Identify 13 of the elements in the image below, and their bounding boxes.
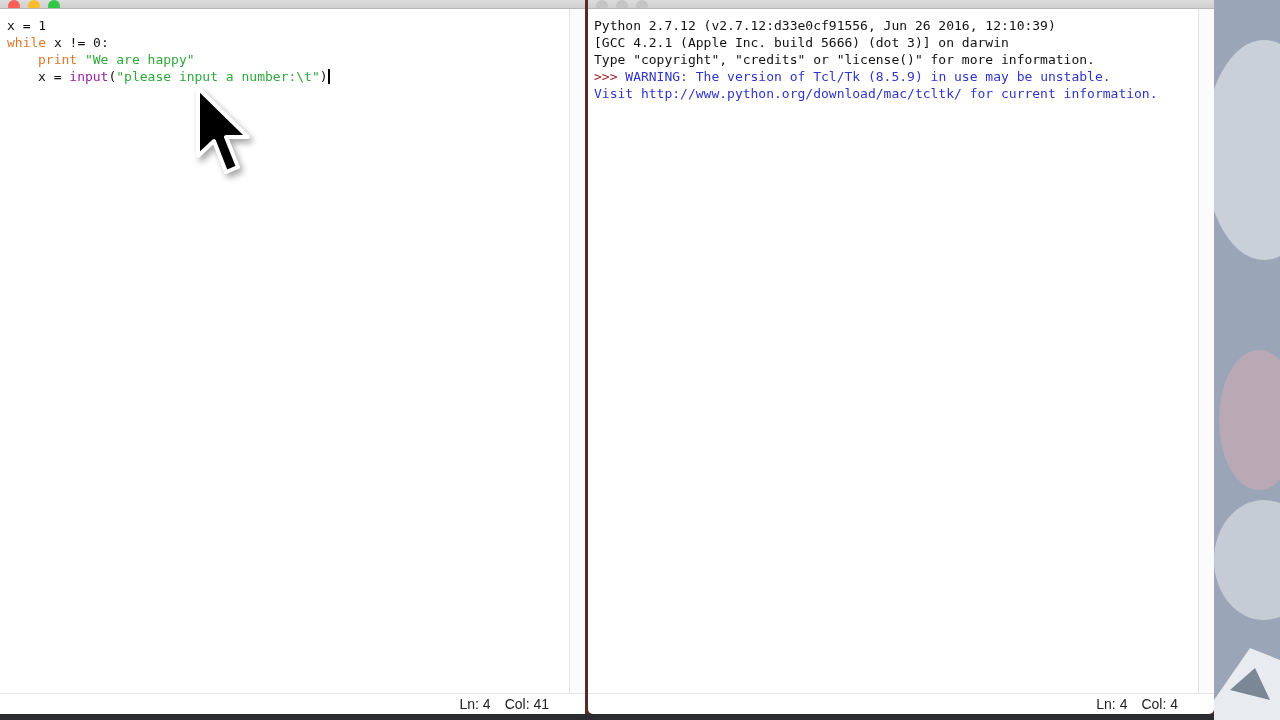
shell-line: [GCC 4.2.1 (Apple Inc. build 5666) (dot 3)] on darwin [594, 34, 1009, 51]
code-line: print "We are happy" [38, 51, 195, 68]
shell-line: Type "copyright", "credits" or "license()" for more information. [594, 51, 1095, 68]
code-line: x = input("please input a number:\t") [38, 68, 330, 85]
code-line: while x != 0: [7, 34, 109, 51]
column-number: Col: 41 [504, 696, 549, 712]
line-number: Ln: 4 [1096, 696, 1128, 712]
shell-line: Visit http://www.python.org/download/mac/tcltk/ for current information. [594, 85, 1158, 102]
shell-line: >>> WARNING: The version of Tcl/Tk (8.5.9) in use may be unstable. [594, 68, 1111, 85]
line-number: Ln: 4 [459, 696, 491, 712]
shell-line: Python 2.7.12 (v2.7.12:d33e0cf91556, Jun 26 2016, 12:10:39) [594, 17, 1056, 34]
code-line: x = 1 [7, 17, 47, 34]
column-number: Col: 4 [1141, 696, 1178, 712]
